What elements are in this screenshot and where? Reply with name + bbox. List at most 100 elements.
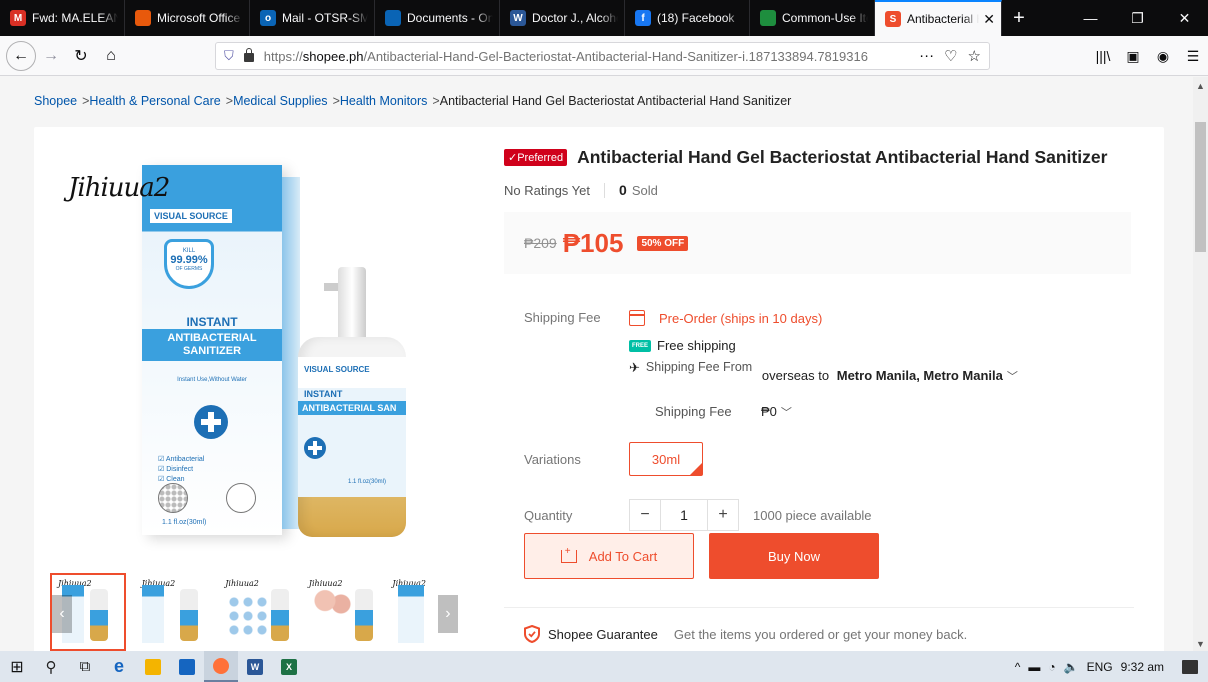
- browser-tab[interactable]: Microsoft Office: [125, 0, 250, 36]
- new-tab-button[interactable]: +: [1002, 0, 1036, 36]
- browser-tab[interactable]: o Mail - OTSR-SMF: [250, 0, 375, 36]
- url-text[interactable]: https://shopee.ph/Antibacterial-Hand-Gel…: [264, 49, 911, 64]
- quantity-input[interactable]: 1: [661, 499, 707, 531]
- clock[interactable]: 9:32 am: [1121, 660, 1164, 674]
- thumbnail-1[interactable]: Jihiuua2 ‹: [50, 573, 126, 651]
- mail-taskbar-icon[interactable]: [170, 651, 204, 682]
- battery-icon[interactable]: ▬: [1028, 660, 1040, 674]
- windows-start-icon[interactable]: ⊞: [0, 651, 34, 682]
- sold-label: Sold: [631, 182, 658, 198]
- calendar-icon: [629, 310, 645, 326]
- shipping-fee-row: Shipping Fee ₱0 ﹀: [655, 404, 792, 420]
- windows-taskbar: ⊞ ⚲ ⧉ e W X ^ ▬ ◔ 🔈 ENG 9:32 am: [0, 651, 1208, 682]
- thumbnail-next-icon[interactable]: ›: [437, 595, 458, 633]
- home-button[interactable]: ⌂: [96, 41, 126, 71]
- thumbnail-4[interactable]: Jihiuua2: [300, 573, 377, 651]
- product-bottle-image: VISUAL SOURCE INSTANT ANTIBACTERIAL SAN …: [298, 267, 406, 537]
- tab-title: Microsoft Office: [157, 11, 241, 25]
- add-to-cart-button[interactable]: Add To Cart: [524, 533, 694, 579]
- quantity-row: Quantity − 1 + 1000 piece available: [524, 499, 872, 531]
- search-icon[interactable]: ⚲: [34, 651, 68, 682]
- box-feature-list: ☑ Antibacterial ☑ Disinfect ☑ Clean: [158, 456, 205, 483]
- navigation-toolbar: ← → ↻ ⌂ ⛉ https://shopee.ph/Antibacteria…: [0, 36, 1208, 76]
- discount-badge: 50% OFF: [637, 235, 689, 251]
- product-title: Antibacterial Hand Gel Bacteriostat Anti…: [577, 147, 1108, 167]
- address-bar[interactable]: ⛉ https://shopee.ph/Antibacterial-Hand-G…: [215, 42, 990, 70]
- onedrive-icon: [385, 10, 401, 26]
- quantity-increase-button[interactable]: +: [707, 499, 739, 531]
- guarantee-text: Get the items you ordered or get your mo…: [673, 626, 968, 642]
- close-tab-icon[interactable]: ✕: [983, 11, 995, 28]
- breadcrumb-item[interactable]: Medical Supplies: [233, 94, 328, 108]
- medical-cross-icon: [194, 405, 228, 439]
- gdocs-icon: [760, 10, 776, 26]
- thumbnail-3[interactable]: Jihiuua2: [217, 573, 293, 651]
- shipping-destination-dropdown[interactable]: overseas to Metro Manila, Metro Manila ﹀: [762, 368, 1018, 384]
- scrollbar-thumb[interactable]: [1195, 122, 1206, 252]
- volume-icon[interactable]: 🔈: [1064, 660, 1079, 674]
- browser-tab[interactable]: Common-Use Ite: [750, 0, 875, 36]
- breadcrumb-item[interactable]: Health & Personal Care: [89, 94, 220, 108]
- close-window-button[interactable]: ✕: [1161, 0, 1208, 36]
- back-button[interactable]: ←: [6, 40, 36, 71]
- library-icon[interactable]: |||\: [1088, 48, 1118, 64]
- tab-title: Documents - One: [407, 11, 493, 25]
- language-indicator[interactable]: ENG: [1087, 660, 1113, 674]
- product-card: VISUAL SOURCE KILL 99.99% OF GERMS INSTA…: [34, 127, 1164, 651]
- browser-tab[interactable]: f (18) Facebook: [625, 0, 750, 36]
- divider: [504, 607, 1134, 608]
- browser-tab[interactable]: M Fwd: MA.ELEANO: [0, 0, 125, 36]
- browser-tab[interactable]: S Antibacterial Ha ✕: [875, 0, 1002, 36]
- quantity-decrease-button[interactable]: −: [629, 499, 661, 531]
- tracking-protection-icon[interactable]: ⛉: [224, 48, 234, 64]
- scroll-down-icon[interactable]: ▼: [1193, 639, 1208, 649]
- page-scrollbar[interactable]: ▲ ▼: [1193, 77, 1208, 651]
- page-content: Shopee >Health & Personal Care >Medical Su…: [0, 77, 1193, 651]
- gmail-icon: M: [10, 10, 26, 26]
- wifi-icon[interactable]: ◔: [1048, 660, 1055, 674]
- thumbnail-prev-icon[interactable]: ‹: [52, 595, 72, 633]
- file-explorer-taskbar-icon[interactable]: [136, 651, 170, 682]
- menu-icon[interactable]: ☰: [1178, 48, 1208, 65]
- task-view-icon[interactable]: ⧉: [68, 651, 102, 682]
- cart-add-icon: [560, 546, 577, 563]
- thumbnail-strip: Jihiuua2 ‹ Jihiuua2 Jihiuua2 Jihiuua2 Ji…: [50, 573, 460, 651]
- thumbnail-5[interactable]: Jihiuua2 ›: [384, 573, 460, 651]
- word-taskbar-icon[interactable]: W: [238, 651, 272, 682]
- pocket-icon[interactable]: ♡: [944, 47, 957, 65]
- box-volume-label: 1.1 fl.oz(30ml): [162, 519, 207, 526]
- show-hidden-icons-icon[interactable]: ^: [1015, 660, 1021, 674]
- variation-option-30ml[interactable]: 30ml: [629, 442, 703, 476]
- before-after-germs: [158, 483, 268, 515]
- browser-tab[interactable]: Documents - One: [375, 0, 500, 36]
- reload-button[interactable]: ↻: [66, 41, 96, 71]
- browser-tab[interactable]: W Doctor J., Alcoho: [500, 0, 625, 36]
- quantity-stepper: − 1 +: [629, 499, 739, 531]
- ratings-text: No Ratings Yet: [504, 182, 606, 198]
- lock-icon[interactable]: [243, 48, 254, 62]
- minimize-button[interactable]: —: [1067, 0, 1114, 36]
- maximize-button[interactable]: ❐: [1114, 0, 1161, 36]
- account-icon[interactable]: ◉: [1148, 48, 1178, 65]
- thumbnail-2[interactable]: Jihiuua2: [133, 573, 210, 651]
- breadcrumb-item[interactable]: Shopee: [34, 94, 77, 108]
- free-shipping-truck-icon: FREE: [629, 339, 651, 352]
- buy-now-button[interactable]: Buy Now: [709, 533, 879, 579]
- box-brand-label: VISUAL SOURCE: [150, 209, 232, 223]
- sidebar-icon[interactable]: ▣: [1118, 48, 1148, 65]
- shipping-fee-dropdown[interactable]: ₱0 ﹀: [761, 404, 792, 420]
- guarantee-title[interactable]: Shopee Guarantee: [548, 627, 658, 642]
- current-price: ₱105: [562, 227, 624, 258]
- chevron-down-icon: ﹀: [780, 407, 792, 419]
- notifications-icon[interactable]: [1182, 659, 1198, 674]
- forward-button[interactable]: →: [36, 41, 66, 71]
- edge-taskbar-icon[interactable]: e: [102, 651, 136, 682]
- breadcrumb-item[interactable]: Health Monitors: [340, 94, 428, 108]
- bookmark-star-icon[interactable]: ☆: [968, 47, 981, 65]
- product-main-image[interactable]: VISUAL SOURCE KILL 99.99% OF GERMS INSTA…: [50, 147, 460, 567]
- page-actions-icon[interactable]: ···: [919, 47, 934, 65]
- scroll-up-icon[interactable]: ▲: [1193, 81, 1208, 91]
- excel-taskbar-icon[interactable]: X: [272, 651, 306, 682]
- medical-cross-icon: [304, 437, 326, 459]
- firefox-taskbar-icon[interactable]: [204, 651, 238, 682]
